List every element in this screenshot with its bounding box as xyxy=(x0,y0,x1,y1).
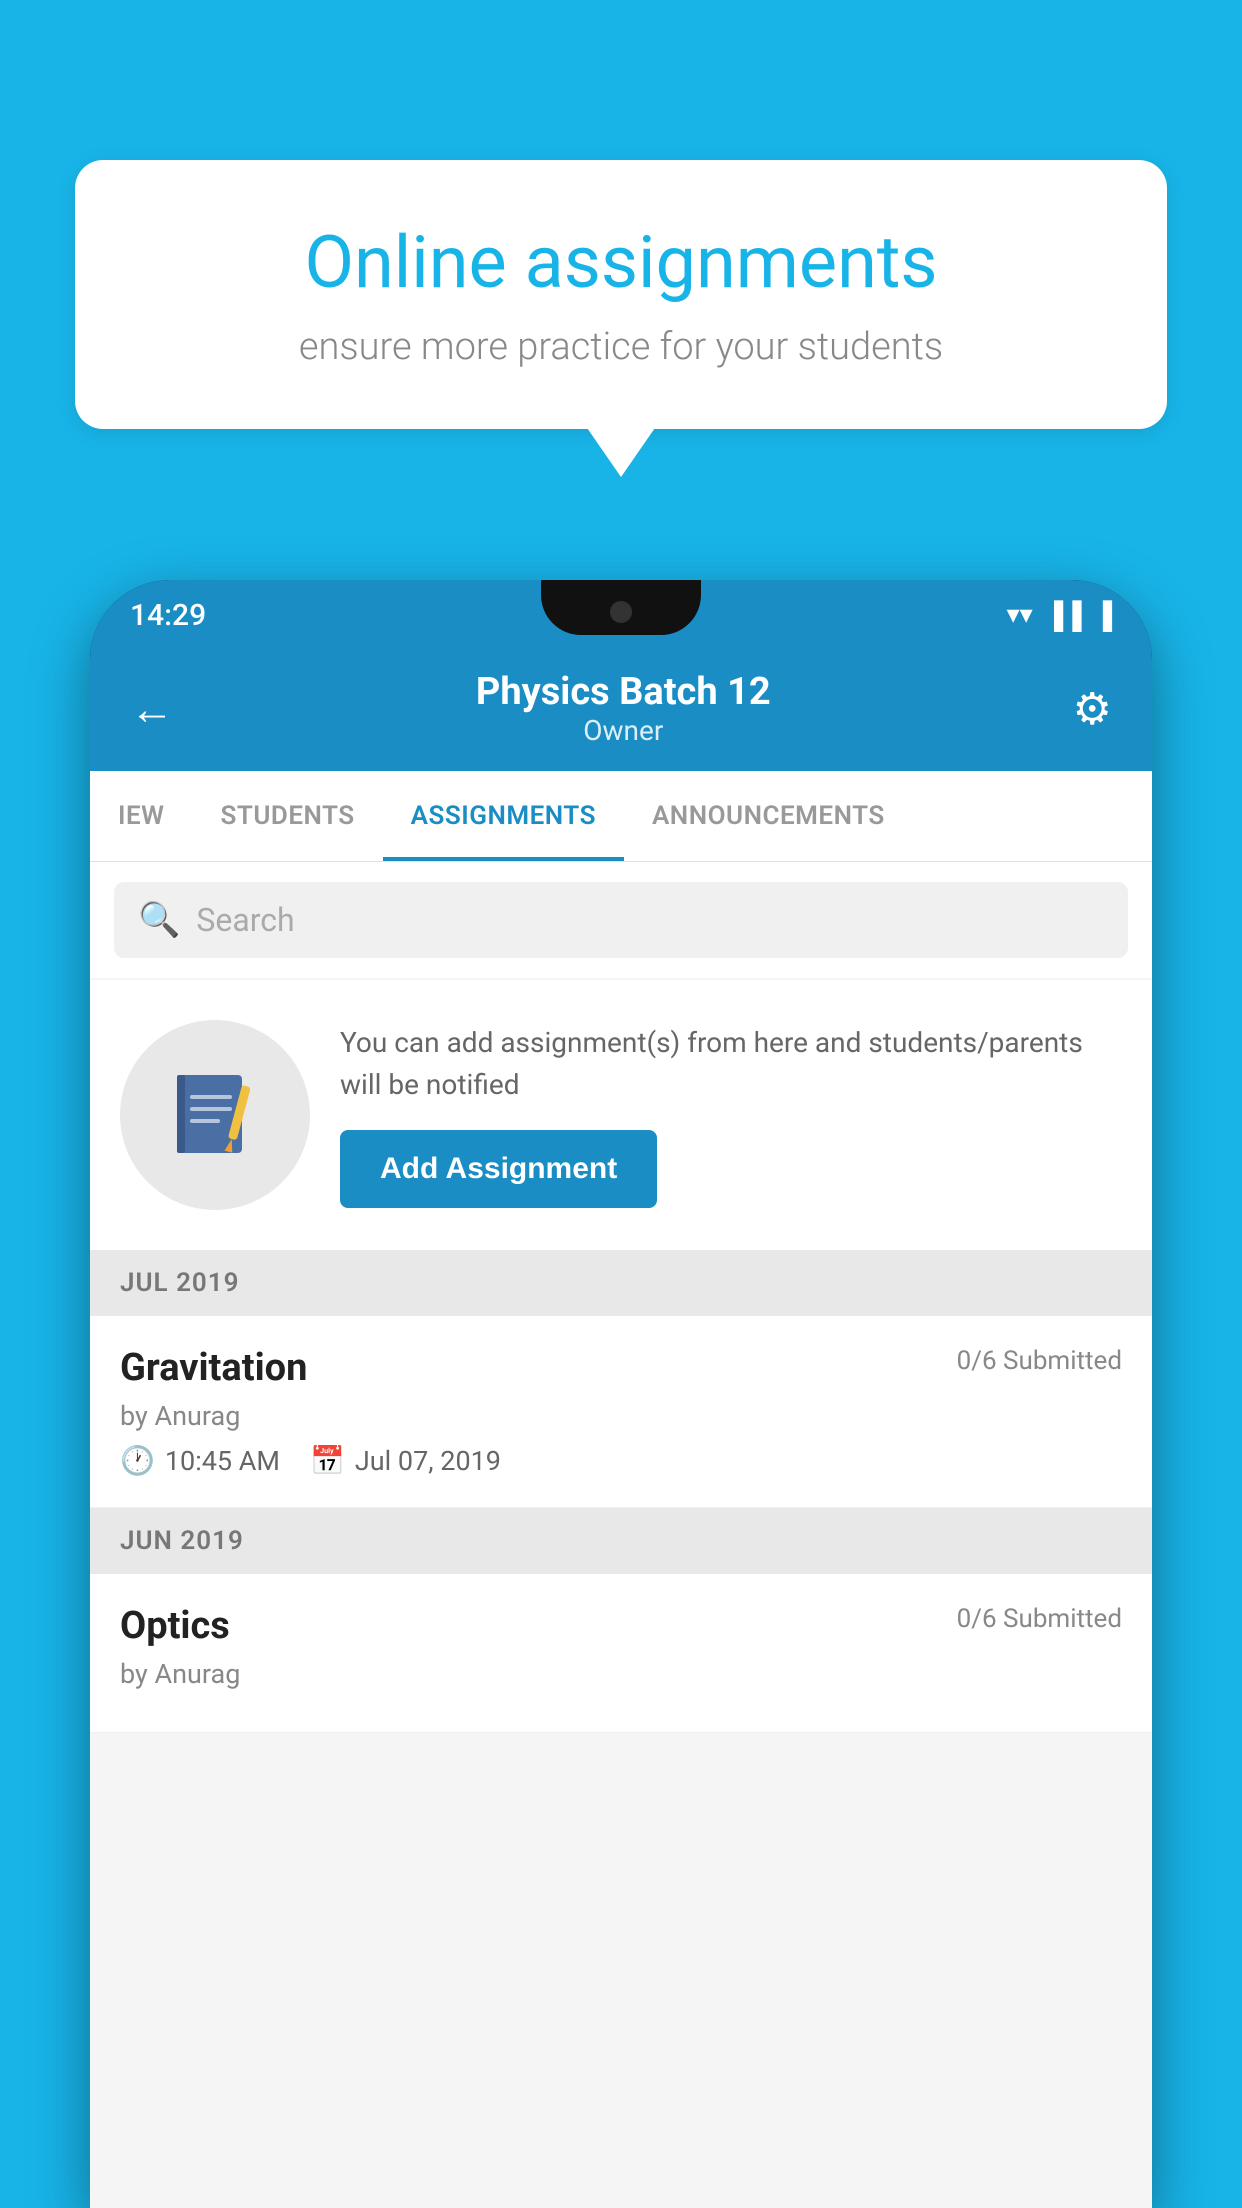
calendar-icon: 📅 xyxy=(310,1444,345,1477)
section-header-jul: JUL 2019 xyxy=(90,1250,1152,1316)
add-assignment-button[interactable]: Add Assignment xyxy=(340,1130,657,1208)
notch xyxy=(541,580,701,635)
search-bar[interactable]: 🔍 Search xyxy=(114,882,1128,958)
assignment-time: 10:45 AM xyxy=(165,1445,280,1477)
date-meta: 📅 Jul 07, 2019 xyxy=(310,1444,501,1477)
assignment-date: Jul 07, 2019 xyxy=(355,1445,501,1477)
status-icons: ▾▾ ▐▐ ▐ xyxy=(1007,600,1112,631)
back-button[interactable]: ← xyxy=(130,683,174,735)
promo-right: You can add assignment(s) from here and … xyxy=(340,1022,1122,1208)
batch-role: Owner xyxy=(174,714,1073,747)
assignment-item-optics[interactable]: Optics 0/6 Submitted by Anurag xyxy=(90,1574,1152,1733)
screen-content: 🔍 Search xyxy=(90,862,1152,2208)
wifi-icon: ▾▾ xyxy=(1007,600,1033,630)
settings-icon[interactable]: ⚙ xyxy=(1073,683,1112,735)
promo-icon-circle xyxy=(120,1020,310,1210)
assignment-meta: 🕐 10:45 AM 📅 Jul 07, 2019 xyxy=(120,1444,1122,1477)
app-header: ← Physics Batch 12 Owner ⚙ xyxy=(90,650,1152,771)
status-time: 14:29 xyxy=(130,598,206,633)
signal-icon: ▐▐ xyxy=(1045,600,1082,631)
header-center: Physics Batch 12 Owner xyxy=(174,670,1073,747)
assignment-item-gravitation[interactable]: Gravitation 0/6 Submitted by Anurag 🕐 10… xyxy=(90,1316,1152,1508)
notebook-icon xyxy=(165,1065,265,1165)
phone-frame: 14:29 ▾▾ ▐▐ ▐ ← Physics Batch 12 Owner ⚙… xyxy=(90,580,1152,2208)
tab-students[interactable]: STUDENTS xyxy=(192,771,382,861)
tab-announcements[interactable]: ANNOUNCEMENTS xyxy=(624,771,913,861)
bubble-subtitle: ensure more practice for your students xyxy=(145,325,1097,369)
batch-title: Physics Batch 12 xyxy=(174,670,1073,714)
assignment-submitted: 0/6 Submitted xyxy=(957,1346,1122,1376)
assignment-name-optics: Optics xyxy=(120,1604,230,1648)
assignment-by-optics: by Anurag xyxy=(120,1658,1122,1690)
search-container: 🔍 Search xyxy=(90,862,1152,978)
time-meta: 🕐 10:45 AM xyxy=(120,1444,280,1477)
clock-icon: 🕐 xyxy=(120,1444,155,1477)
assignment-by: by Anurag xyxy=(120,1400,1122,1432)
front-camera xyxy=(610,601,632,623)
search-icon: 🔍 xyxy=(138,900,180,940)
assignment-top-optics: Optics 0/6 Submitted xyxy=(120,1604,1122,1648)
tab-iew[interactable]: IEW xyxy=(90,771,192,861)
speech-bubble-container: Online assignments ensure more practice … xyxy=(75,160,1167,429)
assignment-submitted-optics: 0/6 Submitted xyxy=(957,1604,1122,1634)
assignment-top: Gravitation 0/6 Submitted xyxy=(120,1346,1122,1390)
promo-description: You can add assignment(s) from here and … xyxy=(340,1022,1122,1106)
speech-bubble: Online assignments ensure more practice … xyxy=(75,160,1167,429)
tabs-bar: IEW STUDENTS ASSIGNMENTS ANNOUNCEMENTS xyxy=(90,771,1152,862)
battery-icon: ▐ xyxy=(1094,600,1112,631)
status-bar: 14:29 ▾▾ ▐▐ ▐ xyxy=(90,580,1152,650)
bubble-title: Online assignments xyxy=(145,220,1097,305)
add-assignment-promo: You can add assignment(s) from here and … xyxy=(90,980,1152,1250)
assignment-name: Gravitation xyxy=(120,1346,307,1390)
tab-assignments[interactable]: ASSIGNMENTS xyxy=(383,771,624,861)
search-input[interactable]: Search xyxy=(196,901,294,939)
section-header-jun: JUN 2019 xyxy=(90,1508,1152,1574)
